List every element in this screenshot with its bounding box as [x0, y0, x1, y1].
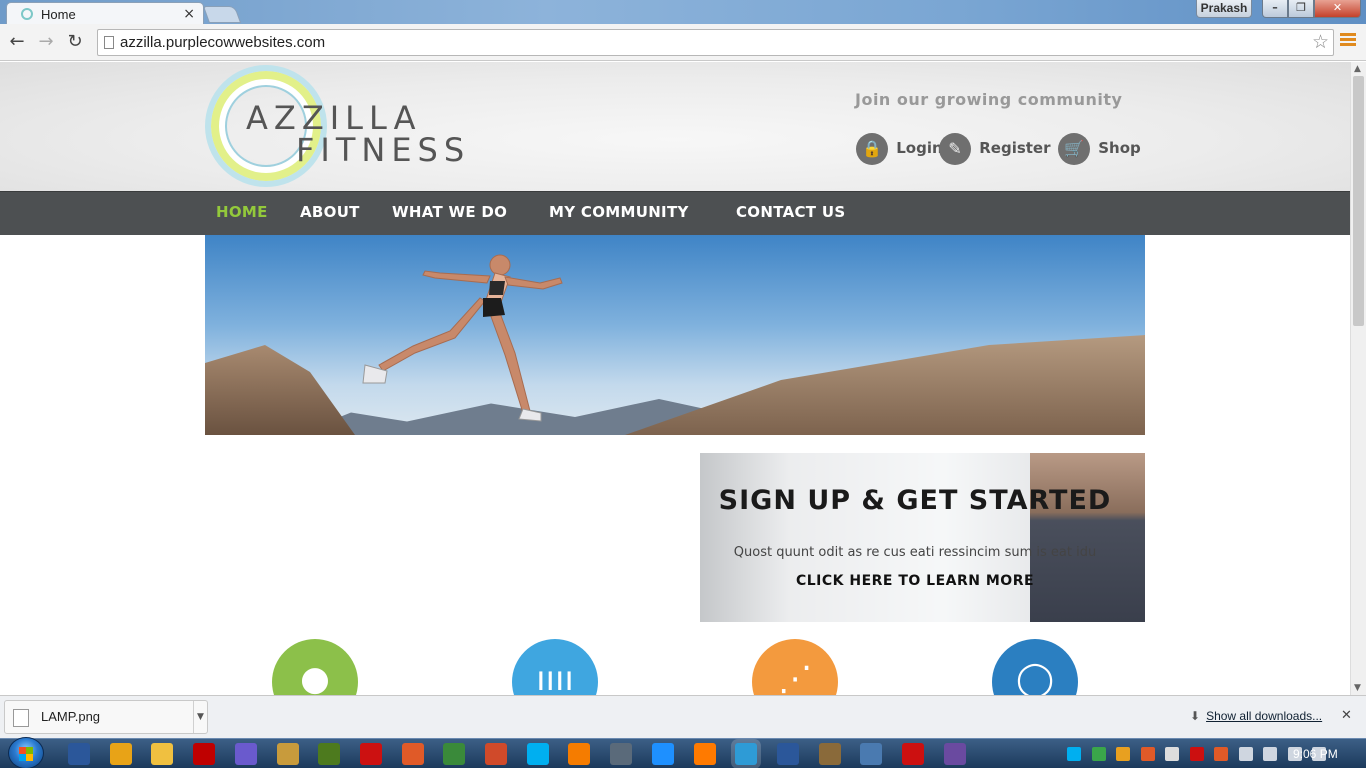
runner-illustration: [362, 254, 563, 422]
share-icon[interactable]: ⋰: [752, 639, 838, 695]
browser-toolbar: ← → ↻ azzilla.purplecowwebsites.com ☆: [0, 24, 1366, 61]
opera-icon[interactable]: [359, 743, 382, 765]
cart-icon: 🛒: [1058, 132, 1090, 165]
messenger-tray-icon[interactable]: [1238, 747, 1253, 761]
bookmark-star-icon[interactable]: ☆: [1312, 31, 1329, 53]
page-favicon-icon: [21, 8, 33, 20]
back-button[interactable]: ←: [6, 31, 28, 53]
internet-explorer-icon[interactable]: [651, 743, 674, 765]
shield-tray-icon[interactable]: [1116, 747, 1130, 761]
lock-icon: 🔒: [856, 132, 888, 165]
minimize-button[interactable]: –: [1262, 0, 1288, 18]
app-icon[interactable]: [943, 743, 966, 765]
windows-taskbar: 9:06 PM: [0, 737, 1366, 768]
windows-logo-icon: [19, 747, 33, 761]
login-link[interactable]: 🔒 Login: [856, 132, 943, 165]
shop-label: Shop: [1098, 139, 1141, 157]
git-icon[interactable]: [401, 743, 424, 765]
main-navigation: HOME ABOUT WHAT WE DO MY COMMUNITY CONTA…: [0, 191, 1350, 235]
xampp-tray-icon[interactable]: [1140, 747, 1155, 761]
register-label: Register: [979, 139, 1051, 157]
nav-home[interactable]: HOME: [216, 203, 268, 221]
address-bar[interactable]: azzilla.purplecowwebsites.com ☆: [97, 29, 1334, 56]
share-icon[interactable]: [485, 743, 507, 765]
new-tab-button[interactable]: [202, 6, 242, 23]
close-download-bar-icon[interactable]: ✕: [1341, 708, 1352, 723]
start-button[interactable]: [8, 737, 44, 768]
signup-panel[interactable]: SIGN UP & GET STARTED Quost quunt odit a…: [700, 453, 1145, 622]
close-tab-icon[interactable]: ×: [183, 6, 195, 22]
show-all-label: Show all downloads...: [1206, 709, 1323, 723]
visual-studio-icon[interactable]: [234, 743, 257, 765]
learn-more-link[interactable]: CLICK HERE TO LEARN MORE: [700, 573, 1130, 589]
site-logo[interactable]: AZZILLA FITNESS: [246, 102, 470, 166]
presentation-icon[interactable]: [818, 743, 841, 765]
browser-tab-home[interactable]: Home ×: [6, 2, 204, 25]
firefox-icon[interactable]: [693, 743, 716, 765]
xampp-tray-icon[interactable]: [1214, 747, 1228, 761]
virtualbox-icon[interactable]: [860, 743, 883, 765]
chevron-down-icon[interactable]: ▼: [193, 701, 207, 733]
download-item[interactable]: LAMP.png ▼: [4, 700, 208, 734]
network-settings-icon[interactable]: [610, 743, 633, 765]
download-bar: LAMP.png ▼ ⬇ Show all downloads... ✕: [0, 695, 1366, 738]
header-tagline: Join our growing community: [855, 90, 1123, 109]
pencil-icon: ✎: [939, 132, 971, 165]
hero-rock-right: [625, 335, 1145, 435]
download-arrow-icon: ⬇: [1190, 709, 1201, 723]
page-icon: [104, 36, 114, 49]
url-text[interactable]: azzilla.purplecowwebsites.com: [120, 34, 325, 51]
nav-what-we-do[interactable]: WHAT WE DO: [392, 203, 507, 221]
settings-tray-icon[interactable]: [1091, 747, 1106, 761]
close-window-button[interactable]: ✕: [1314, 0, 1361, 18]
chrome-menu-icon[interactable]: [1340, 33, 1356, 49]
signup-description: Quost quunt odit as re cus eati ressinci…: [733, 545, 1097, 560]
shop-link[interactable]: 🛒 Shop: [1058, 132, 1141, 165]
tools-icon[interactable]: [276, 743, 299, 765]
file-explorer-icon[interactable]: [151, 743, 174, 765]
apple-icon[interactable]: ●: [272, 639, 358, 695]
page-scrollbar[interactable]: ▲ ▼: [1350, 62, 1366, 695]
register-link[interactable]: ✎ Register: [939, 132, 1051, 165]
forward-button[interactable]: →: [35, 31, 57, 53]
scroll-down-icon[interactable]: ▼: [1354, 683, 1361, 693]
hero-banner: [205, 235, 1145, 435]
show-all-downloads-link[interactable]: ⬇ Show all downloads...: [1190, 709, 1322, 723]
scroll-up-icon[interactable]: ▲: [1354, 64, 1361, 74]
maximize-button[interactable]: ❐: [1288, 0, 1314, 18]
filezilla-icon[interactable]: [193, 743, 216, 765]
download-file-name: LAMP.png: [41, 709, 101, 724]
page-viewport: AZZILLA FITNESS Join our growing communi…: [0, 62, 1350, 695]
logo-line2: FITNESS: [296, 131, 471, 169]
word-doc-icon[interactable]: [776, 743, 799, 765]
dreamweaver-icon[interactable]: [318, 743, 341, 765]
signal-icon[interactable]: [1263, 747, 1277, 761]
signup-person-photo: [1030, 453, 1145, 622]
skype-icon[interactable]: [526, 743, 549, 765]
word-icon[interactable]: [68, 743, 90, 765]
site-header: AZZILLA FITNESS Join our growing communi…: [0, 62, 1350, 191]
nav-contact-us[interactable]: CONTACT US: [736, 203, 845, 221]
dumbbell-icon[interactable]: ıııı: [512, 639, 598, 695]
login-label: Login: [896, 139, 943, 157]
nav-about[interactable]: ABOUT: [300, 203, 360, 221]
acrobat-tray-icon[interactable]: [1189, 747, 1204, 761]
skype-tray-icon[interactable]: [1067, 747, 1081, 761]
media-player-icon[interactable]: [109, 743, 132, 765]
image-file-icon: [13, 709, 29, 727]
xampp-icon[interactable]: [568, 743, 591, 765]
taskbar-clock[interactable]: 9:06 PM: [1293, 747, 1338, 761]
network-icon[interactable]: [443, 743, 466, 765]
tab-title: Home: [41, 7, 76, 22]
flag-tray-icon[interactable]: [1165, 747, 1179, 761]
chat-icon[interactable]: ◯: [992, 639, 1078, 695]
signup-title: SIGN UP & GET STARTED: [718, 485, 1112, 516]
profile-button[interactable]: Prakash: [1196, 0, 1252, 18]
chrome-icon[interactable]: [735, 743, 758, 765]
browser-titlebar: Home × Prakash – ❐ ✕: [0, 0, 1366, 25]
nav-my-community[interactable]: MY COMMUNITY: [549, 203, 689, 221]
acrobat-icon[interactable]: [902, 743, 924, 765]
reload-button[interactable]: ↻: [64, 31, 86, 53]
scrollbar-thumb[interactable]: [1353, 76, 1364, 326]
